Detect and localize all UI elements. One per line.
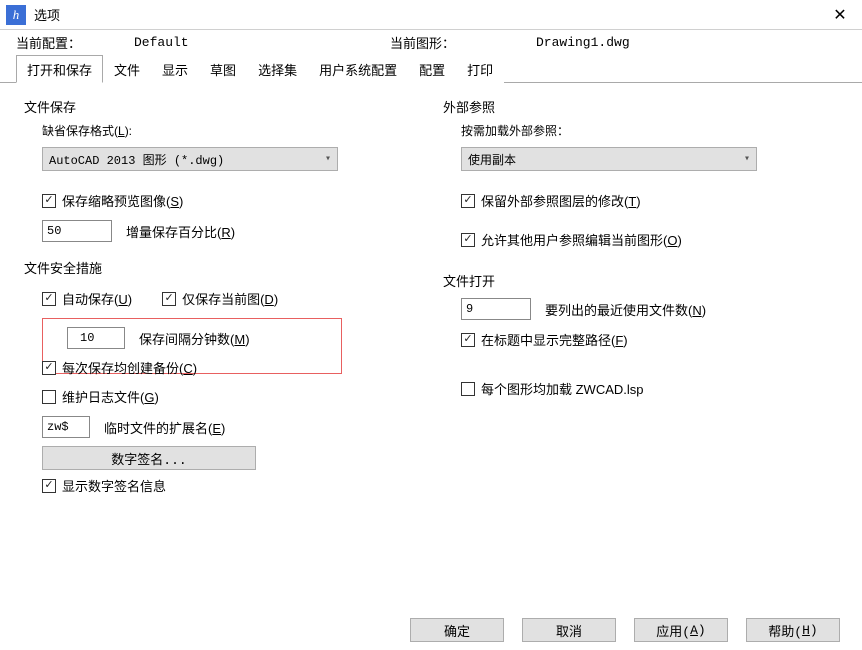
tab-selection[interactable]: 选择集 bbox=[247, 55, 308, 83]
digital-signature-button[interactable]: 数字签名... bbox=[42, 446, 256, 470]
save-format-select[interactable]: AutoCAD 2013 图形 (*.dwg) ▾ bbox=[42, 147, 338, 171]
xref-allow-label: 允许其他用户参照编辑当前图形(O) bbox=[481, 230, 682, 249]
save-format-label: 缺省保存格式(L): bbox=[42, 122, 421, 139]
cancel-button[interactable]: 取消 bbox=[522, 618, 616, 642]
thumbnail-label: 保存缩略预览图像(S) bbox=[62, 191, 183, 210]
backup-label: 每次保存均创建备份(C) bbox=[62, 358, 197, 377]
help-button[interactable]: 帮助(H) bbox=[746, 618, 840, 642]
temp-ext-label: 临时文件的扩展名(E) bbox=[104, 418, 225, 437]
fullpath-checkbox[interactable] bbox=[461, 333, 475, 347]
save-format-value: AutoCAD 2013 图形 (*.dwg) bbox=[49, 151, 224, 168]
tab-open-save[interactable]: 打开和保存 bbox=[16, 55, 103, 83]
tab-print[interactable]: 打印 bbox=[456, 55, 504, 83]
autosave-checkbox[interactable] bbox=[42, 292, 56, 306]
load-lsp-checkbox[interactable] bbox=[461, 382, 475, 396]
group-title-file-open: 文件打开 bbox=[443, 271, 840, 290]
thumbnail-checkbox[interactable] bbox=[42, 194, 56, 208]
apply-button[interactable]: 应用(A) bbox=[634, 618, 728, 642]
only-current-checkbox[interactable] bbox=[162, 292, 176, 306]
incremental-save-label: 增量保存百分比(R) bbox=[126, 222, 235, 241]
xref-retain-checkbox[interactable] bbox=[461, 194, 475, 208]
tab-display[interactable]: 显示 bbox=[151, 55, 199, 83]
show-sig-label: 显示数字签名信息 bbox=[62, 476, 166, 495]
tab-profiles[interactable]: 配置 bbox=[408, 55, 456, 83]
show-sig-checkbox[interactable] bbox=[42, 479, 56, 493]
tab-file[interactable]: 文件 bbox=[103, 55, 151, 83]
ok-button[interactable]: 确定 bbox=[410, 618, 504, 642]
chevron-down-icon: ▾ bbox=[325, 153, 331, 165]
xref-demand-select[interactable]: 使用副本 ▾ bbox=[461, 147, 757, 171]
autosave-interval-label: 保存间隔分钟数(M) bbox=[139, 329, 250, 348]
load-lsp-label: 每个图形均加载 ZWCAD.lsp bbox=[481, 379, 644, 398]
group-file-safety: 文件安全措施 自动保存(U) 仅保存当前图(D) bbox=[24, 258, 421, 495]
group-title-file-save: 文件保存 bbox=[24, 97, 421, 116]
logfile-checkbox[interactable] bbox=[42, 390, 56, 404]
window-title: 选项 bbox=[34, 5, 60, 24]
header-info: 当前配置： Default 当前图形： Drawing1.dwg bbox=[0, 30, 862, 52]
xref-allow-checkbox[interactable] bbox=[461, 233, 475, 247]
tabbar: 打开和保存 文件 显示 草图 选择集 用户系统配置 配置 打印 bbox=[0, 54, 862, 83]
group-xref: 外部参照 按需加载外部参照： 使用副本 ▾ 保留外部参照图层的修改(T) 允许其… bbox=[443, 97, 840, 249]
backup-checkbox[interactable] bbox=[42, 361, 56, 375]
current-profile-value: Default bbox=[134, 35, 390, 50]
group-title-file-safety: 文件安全措施 bbox=[24, 258, 421, 277]
recent-count-input[interactable]: 9 bbox=[461, 298, 531, 320]
xref-demand-value: 使用副本 bbox=[468, 151, 516, 168]
chevron-down-icon: ▾ bbox=[744, 153, 750, 165]
tab-sketch[interactable]: 草图 bbox=[199, 55, 247, 83]
xref-demand-label: 按需加载外部参照： bbox=[461, 122, 840, 139]
close-icon[interactable]: ✕ bbox=[818, 0, 862, 30]
autosave-label: 自动保存(U) bbox=[62, 289, 132, 308]
recent-count-label: 要列出的最近使用文件数(N) bbox=[545, 300, 706, 319]
incremental-save-input[interactable]: 50 bbox=[42, 220, 112, 242]
logfile-label: 维护日志文件(G) bbox=[62, 387, 159, 406]
only-current-label: 仅保存当前图(D) bbox=[182, 289, 278, 308]
xref-retain-label: 保留外部参照图层的修改(T) bbox=[481, 191, 641, 210]
app-icon: h bbox=[6, 5, 26, 25]
titlebar: h 选项 ✕ bbox=[0, 0, 862, 30]
temp-ext-input[interactable]: zw$ bbox=[42, 416, 90, 438]
group-title-xref: 外部参照 bbox=[443, 97, 840, 116]
current-drawing-value: Drawing1.dwg bbox=[536, 35, 630, 50]
autosave-interval-input[interactable]: 10 bbox=[67, 327, 125, 349]
current-drawing-label: 当前图形： bbox=[390, 33, 536, 52]
footer-buttons: 确定 取消 应用(A) 帮助(H) bbox=[410, 618, 840, 642]
fullpath-label: 在标题中显示完整路径(F) bbox=[481, 330, 628, 349]
current-profile-label: 当前配置： bbox=[16, 33, 134, 52]
group-file-save: 文件保存 缺省保存格式(L): AutoCAD 2013 图形 (*.dwg) … bbox=[24, 97, 421, 242]
tab-user-prefs[interactable]: 用户系统配置 bbox=[308, 55, 408, 83]
group-file-open: 文件打开 9 要列出的最近使用文件数(N) 在标题中显示完整路径(F) bbox=[443, 271, 840, 349]
